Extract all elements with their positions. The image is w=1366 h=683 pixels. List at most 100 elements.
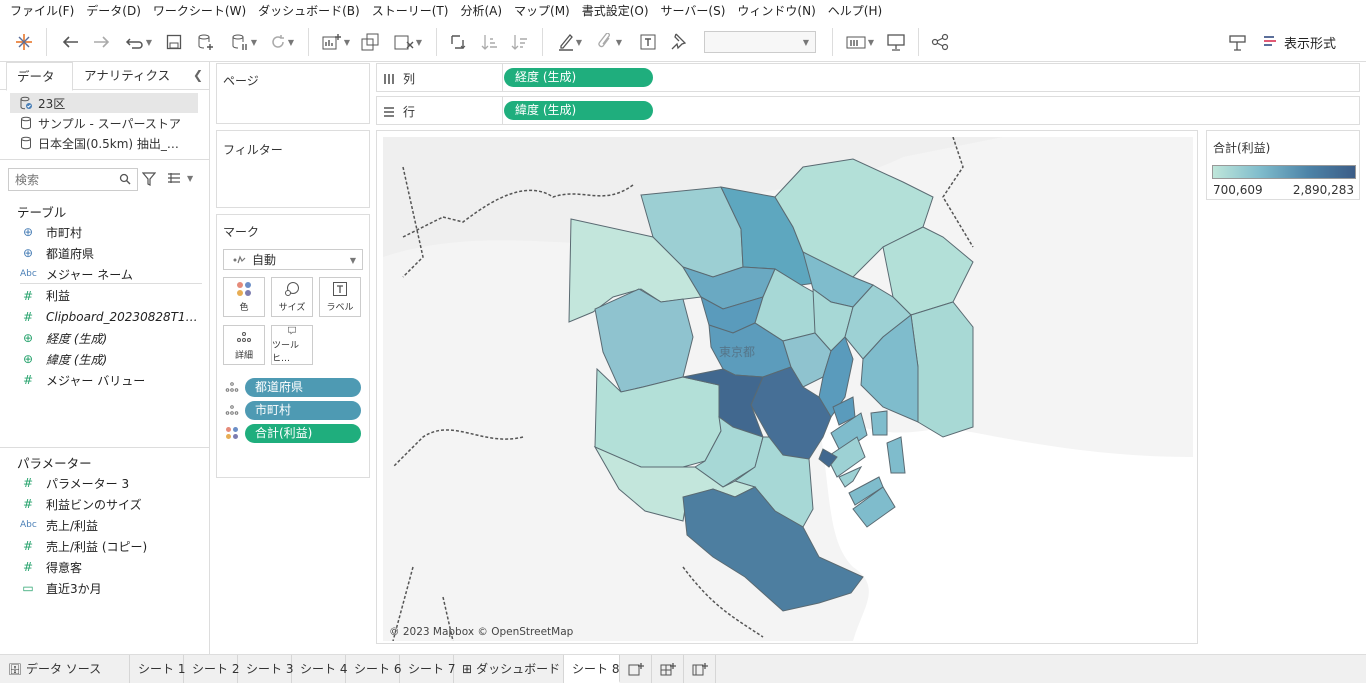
sort-descending-icon[interactable] (508, 30, 532, 54)
tokyo-23-wards-map (383, 137, 1193, 641)
datasource-item[interactable]: 23区 (10, 93, 198, 113)
field-item[interactable]: ⊕ 経度 (生成) (20, 328, 202, 348)
menu-window[interactable]: ウィンドウ(N) (731, 0, 821, 22)
redo-icon[interactable] (90, 30, 114, 54)
label-button[interactable]: ラベル (319, 277, 361, 317)
menu-worksheet[interactable]: ワークシート(W) (147, 0, 252, 22)
map-view[interactable]: 東京都 © 2023 Mapbox © OpenStreetMap (383, 137, 1193, 641)
view-options-icon[interactable]: ▼ (167, 172, 193, 184)
string-type-icon: Abc (20, 269, 37, 280)
field-item[interactable]: # 利益 (20, 286, 202, 306)
database-icon (21, 116, 31, 130)
tab-sheet-3[interactable]: シート 3 (238, 655, 293, 683)
menu-story[interactable]: ストーリー(T) (366, 0, 455, 22)
field-item[interactable]: ▭ 直近3か月 (20, 578, 202, 598)
mark-type-label: 自動 (252, 253, 277, 267)
tab-sheet-8[interactable]: シート 8 (564, 655, 620, 683)
show-cards-icon[interactable]: ▼ (842, 30, 878, 54)
tab-analytics[interactable]: アナリティクス (74, 62, 180, 90)
pages-card[interactable]: ページ (216, 63, 370, 124)
field-item[interactable]: Abc 売上/利益 (20, 515, 202, 535)
field-label: 売上/利益 (コピー) (46, 539, 148, 554)
latitude-pill[interactable]: 緯度 (生成) (504, 101, 653, 120)
menu-dashboard[interactable]: ダッシュボード(B) (252, 0, 366, 22)
datasource-item[interactable]: サンプル - スーパーストア (10, 113, 198, 133)
columns-shelf[interactable]: 列 経度 (生成) (376, 63, 1360, 92)
swap-axes-icon[interactable] (446, 30, 470, 54)
prefecture-pill[interactable]: 都道府県 (245, 377, 361, 397)
field-item[interactable]: # 得意客 (20, 557, 202, 577)
field-item[interactable]: ⊕ 都道府県 (20, 243, 202, 263)
field-item[interactable]: Abc メジャー ネーム (20, 264, 202, 284)
field-item[interactable]: ⊕ 市町村 (20, 222, 202, 242)
collapse-pane-icon[interactable]: ❮ (193, 68, 203, 82)
sort-ascending-icon[interactable] (478, 30, 502, 54)
new-dashboard-tab-icon[interactable] (652, 655, 684, 683)
signpost-icon[interactable] (1226, 30, 1250, 54)
city-pill[interactable]: 市町村 (245, 400, 361, 420)
number-type-icon: # (22, 373, 34, 388)
new-worksheet-icon[interactable]: ▼ (318, 30, 354, 54)
pin-icon[interactable] (666, 30, 690, 54)
field-item[interactable]: # パラメーター 3 (20, 473, 202, 493)
field-label: 利益ビンのサイズ (46, 497, 142, 512)
mark-pill-row[interactable]: 都道府県 (225, 377, 361, 397)
database-icon (21, 136, 31, 150)
marks-card-title: マーク (223, 225, 260, 239)
field-item[interactable]: # Clipboard_20230828T1… (20, 307, 202, 327)
tab-sheet-2[interactable]: シート 2 (184, 655, 239, 683)
tab-dashboard-1[interactable]: ⊞ ダッシュボード 1 (454, 655, 572, 683)
menu-server[interactable]: サーバー(S) (655, 0, 732, 22)
tab-sheet-4[interactable]: シート 4 (292, 655, 347, 683)
datasource-item[interactable]: 日本全国(0.5km) 抽出_… (10, 133, 198, 153)
filter-icon[interactable] (142, 172, 156, 186)
share-icon[interactable] (928, 30, 952, 54)
menu-data[interactable]: データ(D) (80, 0, 147, 22)
mark-pill-row[interactable]: 合計(利益) (225, 423, 361, 443)
tooltip-button[interactable]: ツールヒ… (271, 325, 313, 365)
field-item[interactable]: # 利益ビンのサイズ (20, 494, 202, 514)
menu-map[interactable]: マップ(M) (508, 0, 576, 22)
tab-data[interactable]: データ (6, 62, 73, 91)
tab-sheet-6[interactable]: シート 6 (346, 655, 401, 683)
sum-profit-pill[interactable]: 合計(利益) (245, 423, 361, 443)
replay-icon[interactable]: ▼ (120, 30, 156, 54)
highlight-icon[interactable]: ▼ (552, 30, 588, 54)
field-item[interactable]: # メジャー バリュー (20, 370, 202, 390)
group-members-icon[interactable]: ▼ (592, 30, 628, 54)
tab-datasource[interactable]: 🗄 データ ソース (0, 655, 130, 683)
undo-icon[interactable] (58, 30, 82, 54)
filters-card[interactable]: フィルター (216, 130, 370, 208)
detail-small-icon (225, 405, 239, 415)
menu-file[interactable]: ファイル(F) (4, 0, 80, 22)
mark-pill-row[interactable]: 市町村 (225, 400, 361, 420)
longitude-pill[interactable]: 経度 (生成) (504, 68, 653, 87)
detail-button[interactable]: 詳細 (223, 325, 265, 365)
pause-updates-icon[interactable]: ▼ (224, 30, 264, 54)
clear-sheet-icon[interactable]: ▼ (388, 30, 428, 54)
fit-dropdown[interactable]: ▼ (704, 31, 816, 53)
menu-help[interactable]: ヘルプ(H) (822, 0, 888, 22)
new-worksheet-tab-icon[interactable] (620, 655, 652, 683)
rows-shelf[interactable]: 行 緯度 (生成) (376, 96, 1360, 125)
size-button[interactable]: サイズ (271, 277, 313, 317)
new-datasource-icon[interactable] (194, 30, 218, 54)
tab-sheet-1[interactable]: シート 1 (130, 655, 185, 683)
color-button[interactable]: 色 (223, 277, 265, 317)
menu-analysis[interactable]: 分析(A) (454, 0, 508, 22)
mark-type-dropdown[interactable]: 自動 ▼ (223, 249, 363, 270)
search-input[interactable] (9, 169, 109, 190)
field-item[interactable]: ⊕ 緯度 (生成) (20, 349, 202, 369)
presentation-mode-icon[interactable] (884, 30, 908, 54)
save-icon[interactable] (162, 30, 186, 54)
duplicate-sheet-icon[interactable] (358, 30, 382, 54)
menu-format[interactable]: 書式設定(O) (576, 0, 655, 22)
color-legend[interactable]: 合計(利益) 700,609 2,890,283 (1206, 130, 1360, 200)
show-mark-labels-icon[interactable] (636, 30, 660, 54)
tableau-logo-icon[interactable] (12, 30, 36, 54)
refresh-icon[interactable]: ▼ (264, 30, 300, 54)
field-item[interactable]: # 売上/利益 (コピー) (20, 536, 202, 556)
new-story-tab-icon[interactable] (684, 655, 716, 683)
show-format-button[interactable]: 表示形式 (1262, 31, 1336, 53)
tab-sheet-7[interactable]: シート 7 (400, 655, 455, 683)
